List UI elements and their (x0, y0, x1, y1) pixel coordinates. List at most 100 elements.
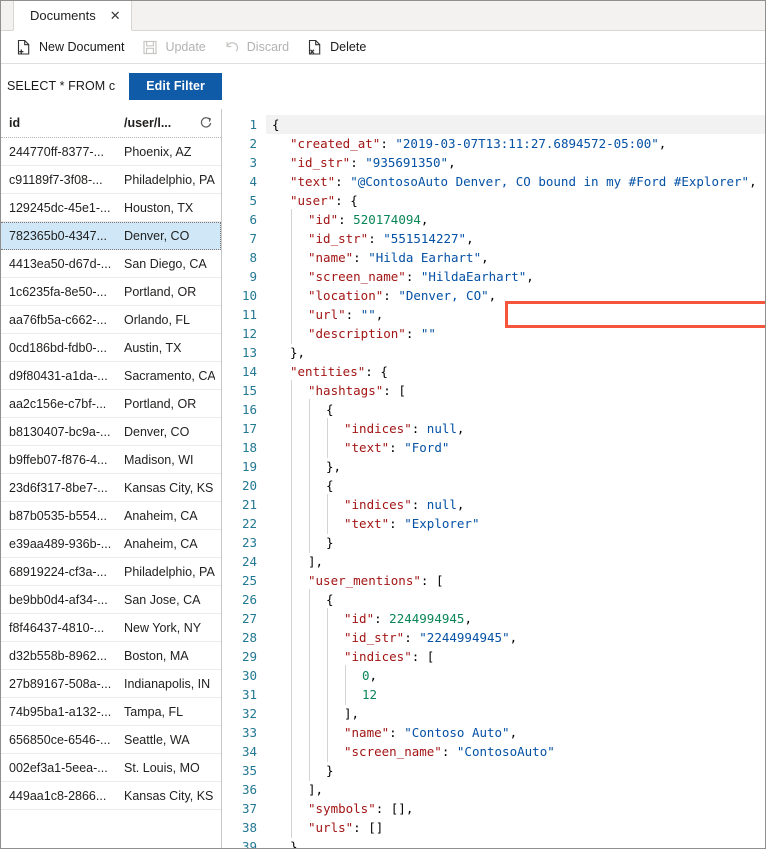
row-location: Madison, WI (124, 452, 194, 467)
editor-line: 24 ], (222, 551, 765, 572)
line-number: 10 (241, 288, 257, 303)
refresh-icon[interactable] (197, 114, 215, 132)
column-header-location[interactable]: /user/l... (124, 116, 195, 130)
table-row[interactable]: 782365b0-4347... Denver, CO (1, 222, 221, 250)
token-p: , (658, 136, 667, 151)
line-number: 4 (249, 174, 257, 189)
indent-guide (272, 514, 290, 533)
token-s: null (426, 421, 457, 436)
table-row[interactable]: aa76fb5a-c662-... Orlando, FL (1, 306, 221, 334)
table-row[interactable]: 74b95ba1-a132-... Tampa, FL (1, 698, 221, 726)
table-row[interactable]: 27b89167-508a-... Indianapolis, IN (1, 670, 221, 698)
indent-guide (290, 817, 308, 838)
indent-guide (308, 627, 326, 648)
table-row[interactable]: 23d6f317-8be7-... Kansas City, KS (1, 474, 221, 502)
line-code: "created_at": "2019-03-07T13:11:27.68945… (266, 134, 765, 153)
line-code: "user_mentions": [ (266, 570, 765, 591)
line-number: 21 (241, 497, 257, 512)
editor-line: 27 "id": 2244994945, (222, 608, 765, 629)
line-number: 15 (241, 383, 257, 398)
row-id: 68919224-cf3a-... (9, 564, 107, 579)
token-k: "screen_name" (308, 269, 406, 284)
editor-line: 14 "entities": { (222, 362, 765, 381)
token-p: , (448, 155, 456, 170)
row-id: aa2c156e-c7bf-... (9, 396, 107, 411)
table-row[interactable]: aa2c156e-c7bf-... Portland, OR (1, 390, 221, 418)
table-row[interactable]: d32b558b-8962... Boston, MA (1, 642, 221, 670)
token-p: : (374, 611, 390, 626)
row-id: be9bb0d4-af34-... (9, 592, 108, 607)
discard-button[interactable]: Discard (215, 34, 298, 60)
row-id: d32b558b-8962... (9, 648, 108, 663)
table-row[interactable]: 244770ff-8377-... Phoenix, AZ (1, 138, 221, 166)
table-row[interactable]: 449aa1c8-2866... Kansas City, KS (1, 782, 221, 810)
row-id: 0cd186bd-fdb0-... (9, 340, 107, 355)
indent-guide (272, 628, 290, 647)
grid-rows: 244770ff-8377-... Phoenix, AZ c91189f7-3f0… (1, 138, 221, 848)
table-row[interactable]: 1c6235fa-8e50-... Portland, OR (1, 278, 221, 306)
close-icon[interactable]: ✕ (110, 9, 121, 22)
indent-guide (308, 665, 326, 686)
row-location: Denver, CO (124, 424, 190, 439)
table-row[interactable]: b8130407-bc9a-... Denver, CO (1, 418, 221, 446)
editor-line: 26 { (222, 589, 765, 610)
table-row[interactable]: c91189f7-3f08-... Philadelphio, PA (1, 166, 221, 194)
indent-guide (308, 722, 326, 743)
indent-guide (308, 608, 326, 629)
indent-guide (272, 210, 290, 229)
table-row[interactable]: f8f46437-4810-... New York, NY (1, 614, 221, 642)
line-number: 12 (241, 326, 257, 341)
delete-button[interactable]: Delete (298, 34, 375, 60)
row-id: 23d6f317-8be7-... (9, 480, 108, 495)
row-location: Austin, TX (124, 340, 182, 355)
row-location: Tampa, FL (124, 704, 184, 719)
row-id: c91189f7-3f08-... (9, 172, 103, 187)
indent-guide (344, 665, 362, 686)
column-header-id[interactable]: id (9, 116, 124, 130)
indent-guide (272, 229, 290, 248)
indent-guide (326, 646, 344, 667)
json-editor-pane[interactable]: 1{2 "created_at": "2019-03-07T13:11:27.6… (222, 109, 765, 848)
table-row[interactable]: b87b0535-b554... Anaheim, CA (1, 502, 221, 530)
row-location: Indianapolis, IN (124, 676, 211, 691)
table-row[interactable]: b9ffeb07-f876-4... Madison, WI (1, 446, 221, 474)
editor-line: 3 "id_str": "935691350", (222, 153, 765, 172)
indent-guide (290, 304, 308, 325)
update-button[interactable]: Update (133, 34, 214, 60)
indent-guide (308, 589, 326, 610)
table-row[interactable]: e39aa489-936b-... Anaheim, CA (1, 530, 221, 558)
token-p: : { (365, 364, 388, 379)
token-p: : [ (383, 383, 406, 398)
line-code: }, (266, 456, 765, 477)
table-row[interactable]: 68919224-cf3a-... Philadelphio, PA (1, 558, 221, 586)
token-s: "Hilda Earhart" (368, 250, 482, 265)
indent-guide (290, 798, 308, 819)
table-row[interactable]: 656850ce-6546-... Seattle, WA (1, 726, 221, 754)
editor-line: 12 "description": "" (222, 323, 765, 344)
table-row[interactable]: 129245dc-45e1-... Houston, TX (1, 194, 221, 222)
table-row[interactable]: 4413ea50-d67d-... San Diego, CA (1, 250, 221, 278)
indent-guide (272, 704, 290, 723)
edit-filter-button[interactable]: Edit Filter (129, 72, 222, 100)
table-row[interactable]: 002ef3a1-5eea-... St. Louis, MO (1, 754, 221, 782)
editor-line: 38 "urls": [] (222, 817, 765, 838)
editor-line: 21 "indices": null, (222, 494, 765, 515)
editor-line: 9 "screen_name": "HildaEarhart", (222, 266, 765, 287)
table-row[interactable]: d9f80431-a1da-... Sacramento, CA (1, 362, 221, 390)
tab-documents[interactable]: Documents ✕ (13, 1, 132, 31)
token-p: , (526, 269, 534, 284)
new-document-button[interactable]: New Document (7, 34, 133, 60)
line-number: 22 (241, 516, 257, 531)
table-row[interactable]: 0cd186bd-fdb0-... Austin, TX (1, 334, 221, 362)
indent-guide (308, 494, 326, 515)
indent-guide (290, 475, 308, 496)
json-editor[interactable]: 1{2 "created_at": "2019-03-07T13:11:27.6… (222, 109, 765, 848)
indent-guide (272, 343, 290, 362)
line-code: "symbols": [], (266, 798, 765, 819)
indent-guide (272, 134, 290, 153)
delete-document-icon (307, 39, 323, 56)
table-row[interactable]: be9bb0d4-af34-... San Jose, CA (1, 586, 221, 614)
line-code: }, (266, 343, 765, 362)
token-p: : (383, 288, 399, 303)
token-p: , (456, 421, 465, 436)
